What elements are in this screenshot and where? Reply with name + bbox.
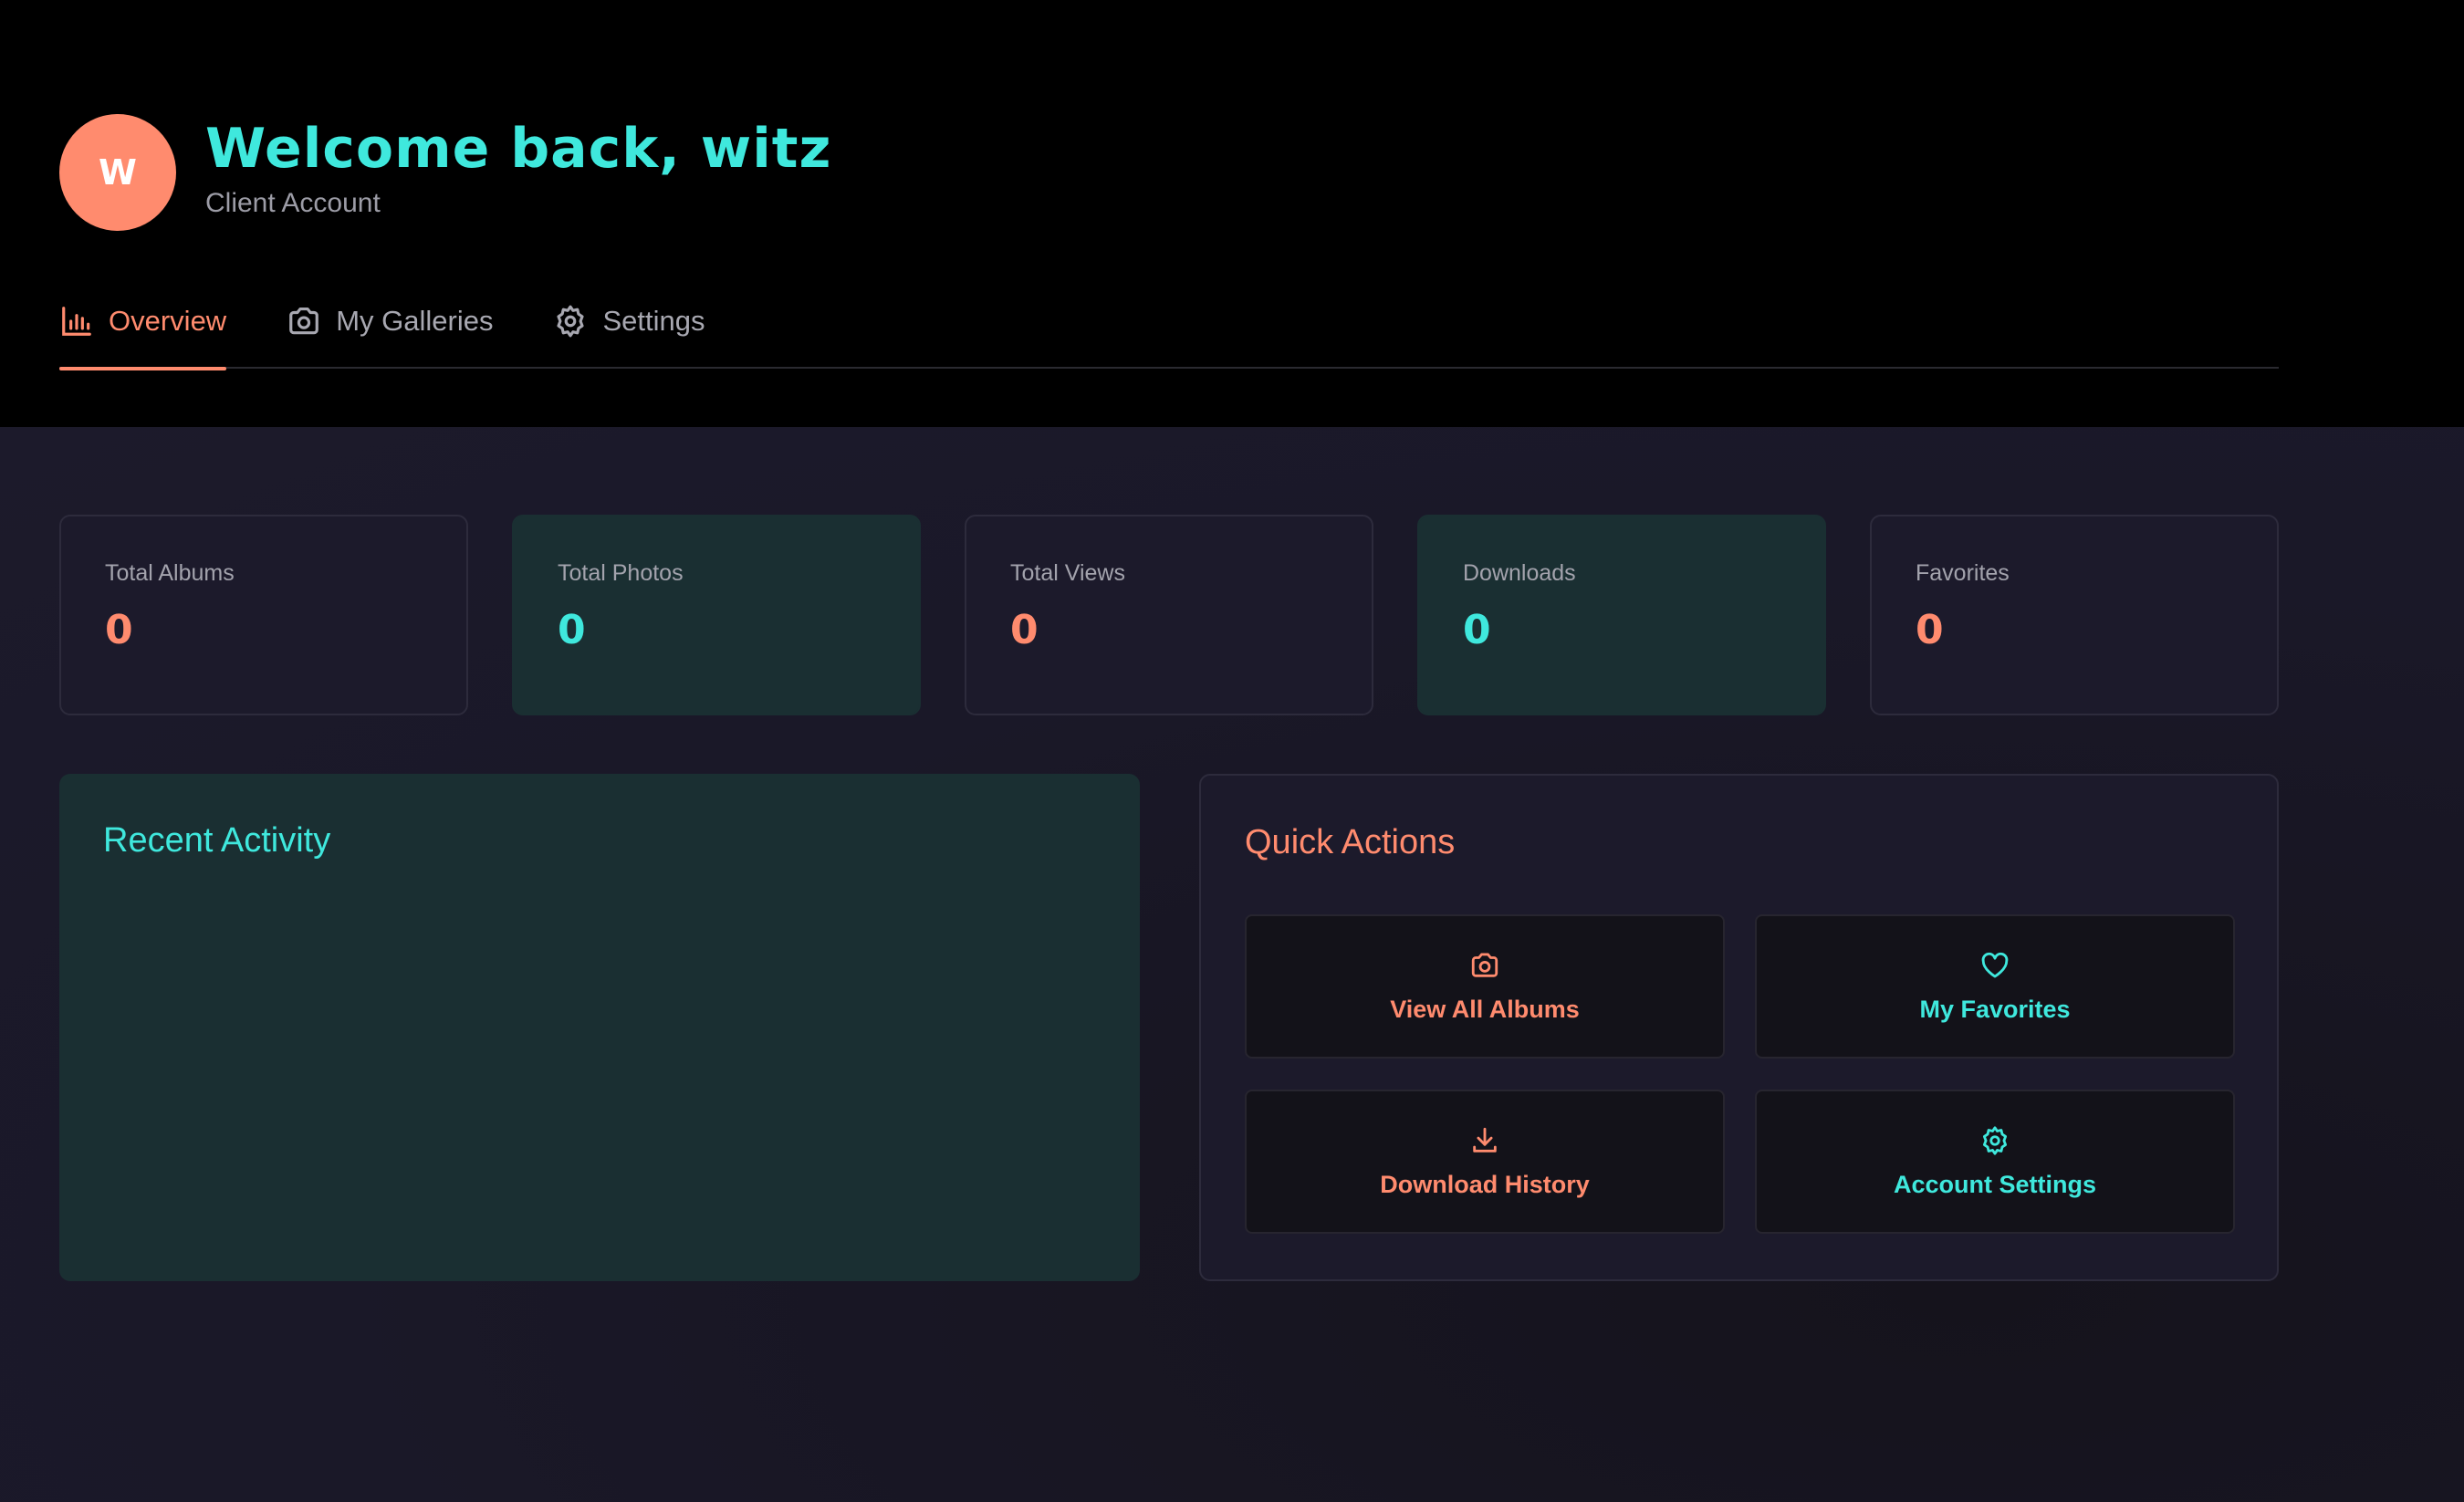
tab-settings-label: Settings [602, 305, 705, 337]
tab-overview-label: Overview [109, 305, 227, 337]
action-label: Download History [1380, 1170, 1590, 1198]
camera-icon [289, 307, 319, 335]
camera-icon [1471, 953, 1498, 977]
quick-actions-panel: Quick Actions View All Albums My Favorit… [1199, 774, 2279, 1281]
heart-icon [1981, 952, 2009, 977]
bar-chart-icon [62, 307, 91, 336]
tab-my-galleries-label: My Galleries [336, 305, 494, 337]
stat-label: Total Photos [558, 560, 684, 586]
quick-actions-title: Quick Actions [1245, 823, 1456, 861]
view-all-albums-button[interactable]: View All Albums [1245, 914, 1725, 1059]
download-icon [1473, 1127, 1497, 1153]
stat-card-total-photos: Total Photos 0 [512, 515, 921, 715]
welcome-heading: Welcome back, witz [205, 117, 832, 181]
gear-icon [1982, 1125, 2008, 1155]
recent-activity-panel: Recent Activity [59, 774, 1140, 1281]
action-label: My Favorites [1919, 995, 2071, 1023]
stat-label: Favorites [1916, 560, 2010, 586]
tab-my-galleries[interactable]: My Galleries [287, 274, 493, 369]
tab-settings[interactable]: Settings [553, 274, 705, 369]
gear-icon [557, 305, 585, 338]
action-label: View All Albums [1390, 995, 1580, 1023]
stat-card-downloads: Downloads 0 [1417, 515, 1826, 715]
dashboard-main: Total Albums 0 Total Photos 0 Total View… [0, 427, 2464, 1502]
dashboard-header: W Welcome back, witz Client Account Over… [0, 0, 2464, 427]
stat-value: 0 [1916, 607, 1944, 653]
stat-card-total-albums: Total Albums 0 [59, 515, 468, 715]
account-type-label: Client Account [205, 188, 381, 218]
tab-overview[interactable]: Overview [59, 274, 227, 370]
stat-value: 0 [1463, 607, 1491, 653]
stat-card-total-views: Total Views 0 [965, 515, 1373, 715]
stat-label: Total Albums [105, 560, 235, 586]
tab-bar: Overview My Galleries Settings [59, 274, 2279, 370]
my-favorites-button[interactable]: My Favorites [1755, 914, 2235, 1059]
stat-card-favorites: Favorites 0 [1870, 515, 2279, 715]
stat-label: Downloads [1463, 560, 1576, 586]
account-settings-button[interactable]: Account Settings [1755, 1090, 2235, 1234]
avatar-initial: W [99, 152, 137, 193]
download-history-button[interactable]: Download History [1245, 1090, 1725, 1234]
stat-label: Total Views [1010, 560, 1125, 586]
recent-activity-title: Recent Activity [103, 821, 331, 860]
avatar: W [59, 114, 176, 231]
action-label: Account Settings [1893, 1170, 2096, 1198]
stat-value: 0 [1010, 607, 1039, 653]
stat-value: 0 [558, 607, 586, 653]
stat-value: 0 [105, 607, 133, 653]
